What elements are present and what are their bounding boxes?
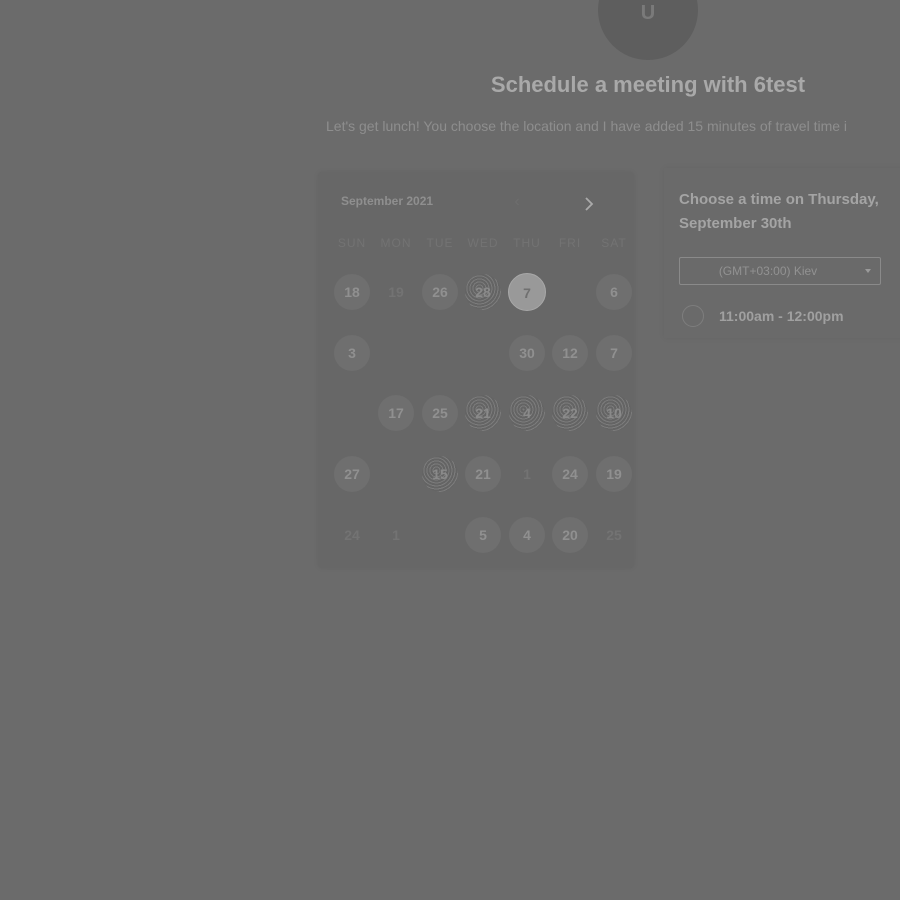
calendar-day[interactable]: 19 — [596, 456, 632, 492]
calendar-day[interactable]: 22 — [552, 395, 588, 431]
weekday-label: SUN — [337, 236, 367, 250]
calendar-day[interactable]: 24 — [552, 456, 588, 492]
calendar-day[interactable]: 21 — [465, 395, 501, 431]
calendar-day[interactable]: 30 — [509, 335, 545, 371]
calendar-day[interactable]: 4 — [509, 395, 545, 431]
calendar-day: 24 — [344, 527, 360, 543]
calendar-day[interactable]: 28 — [465, 274, 501, 310]
calendar-day — [465, 335, 501, 371]
chevron-right-icon[interactable] — [580, 194, 598, 214]
time-selection-panel: Choose a time on Thursday, September 30t… — [664, 168, 900, 338]
weekday-label: WED — [467, 236, 499, 250]
calendar-day — [334, 395, 370, 431]
calendar-day[interactable]: 26 — [422, 274, 458, 310]
meeting-description: Let's get lunch! You choose the location… — [326, 118, 848, 134]
calendar-day: 1 — [523, 466, 531, 482]
caret-down-icon — [865, 269, 871, 273]
calendar-day[interactable]: 12 — [552, 335, 588, 371]
calendar-day — [552, 274, 588, 310]
calendar-day — [422, 335, 458, 371]
weekday-label: MON — [380, 236, 412, 250]
month-label: September 2021 — [341, 194, 434, 208]
calendar-day[interactable]: 15 — [422, 456, 458, 492]
weekday-label: FRI — [558, 236, 582, 250]
calendar-day: 1 — [392, 527, 400, 543]
timezone-select[interactable]: (GMT+03:00) Kiev — [679, 257, 881, 285]
page-title: Schedule a meeting with 6test — [490, 72, 806, 97]
weekday-header-row: SUN MON TUE WED THU FRI SAT — [328, 236, 628, 252]
weekday-label: THU — [513, 236, 541, 250]
calendar-day[interactable]: 20 — [552, 517, 588, 553]
time-selection-heading: Choose a time on Thursday, September 30t… — [679, 191, 879, 232]
calendar-day[interactable]: 7 — [596, 335, 632, 371]
selected-day[interactable]: 7 — [508, 273, 546, 311]
calendar-panel: September 2021 ‹ SUN MON TUE WED THU FRI SAT 1… — [318, 172, 634, 568]
calendar-day[interactable]: 21 — [465, 456, 501, 492]
calendar-day[interactable]: 27 — [334, 456, 370, 492]
avatar-initial: U — [640, 2, 656, 24]
time-slot-option[interactable]: 11:00am - 12:00pm — [682, 305, 900, 329]
time-slot-label: 11:00am - 12:00pm — [719, 308, 844, 324]
calendar-day[interactable]: 3 — [334, 335, 370, 371]
calendar-day[interactable]: 10 — [596, 395, 632, 431]
weekday-label: TUE — [426, 236, 454, 250]
calendar-day[interactable]: 17 — [378, 395, 414, 431]
calendar-day[interactable]: 4 — [509, 517, 545, 553]
calendar-day — [422, 517, 458, 553]
scheduling-page: U Schedule a meeting with 6test Let's ge… — [0, 0, 900, 900]
timezone-value: (GMT+03:00) Kiev — [718, 264, 818, 278]
radio-circle-icon[interactable] — [682, 305, 704, 327]
calendar-day[interactable]: 25 — [422, 395, 458, 431]
chevron-left-icon[interactable]: ‹ — [508, 192, 526, 212]
calendar-day — [378, 335, 414, 371]
calendar-day: 19 — [388, 284, 404, 300]
calendar-day[interactable]: 5 — [465, 517, 501, 553]
calendar-day — [378, 456, 414, 492]
weekday-label: SAT — [601, 236, 627, 250]
host-avatar: U — [598, 0, 698, 60]
calendar-day[interactable]: 6 — [596, 274, 632, 310]
calendar-day: 25 — [606, 527, 622, 543]
calendar-day[interactable]: 18 — [334, 274, 370, 310]
